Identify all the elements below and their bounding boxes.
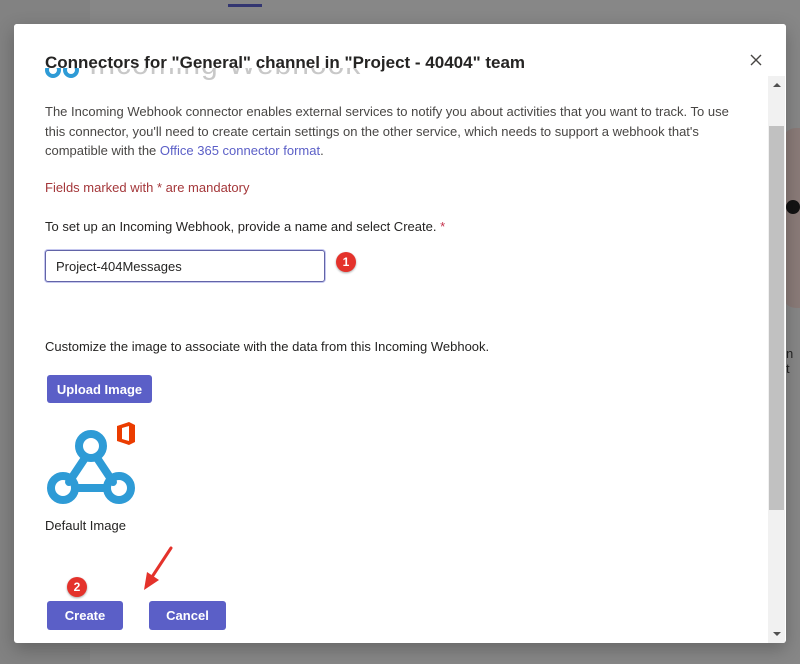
step-2-badge: 2 <box>67 577 87 597</box>
mandatory-fields-note: Fields marked with * are mandatory <box>45 180 250 195</box>
step-1-badge: 1 <box>336 252 356 272</box>
customize-image-label: Customize the image to associate with th… <box>45 339 490 354</box>
cancel-button[interactable]: Cancel <box>149 601 226 630</box>
connector-description: The Incoming Webhook connector enables e… <box>45 102 735 161</box>
dialog-scrollbar[interactable] <box>768 76 785 643</box>
scroll-up-arrow-icon[interactable] <box>768 78 785 92</box>
scrollbar-thumb[interactable] <box>769 126 784 510</box>
default-image-label: Default Image <box>45 518 126 533</box>
close-icon[interactable] <box>747 51 765 69</box>
description-text: The Incoming Webhook connector enables e… <box>45 104 729 158</box>
description-suffix: . <box>320 143 324 158</box>
connectors-dialog: Connectors for "General" channel in "Pro… <box>14 24 786 643</box>
name-field-label: To set up an Incoming Webhook, provide a… <box>45 219 445 234</box>
office-logo-icon <box>117 422 135 445</box>
annotation-arrow-icon <box>144 546 173 590</box>
scroll-down-arrow-icon[interactable] <box>768 627 785 641</box>
office-365-format-link[interactable]: Office 365 connector format <box>160 143 320 158</box>
webhook-name-input[interactable] <box>45 250 325 282</box>
upload-image-button[interactable]: Upload Image <box>47 375 152 403</box>
dialog-header: Connectors for "General" channel in "Pro… <box>14 24 786 72</box>
create-button[interactable]: Create <box>47 601 123 630</box>
webhook-default-image-icon <box>47 422 135 504</box>
required-marker: * <box>440 219 446 234</box>
name-field-label-text: To set up an Incoming Webhook, provide a… <box>45 219 437 234</box>
dialog-title: Connectors for "General" channel in "Pro… <box>45 53 526 72</box>
